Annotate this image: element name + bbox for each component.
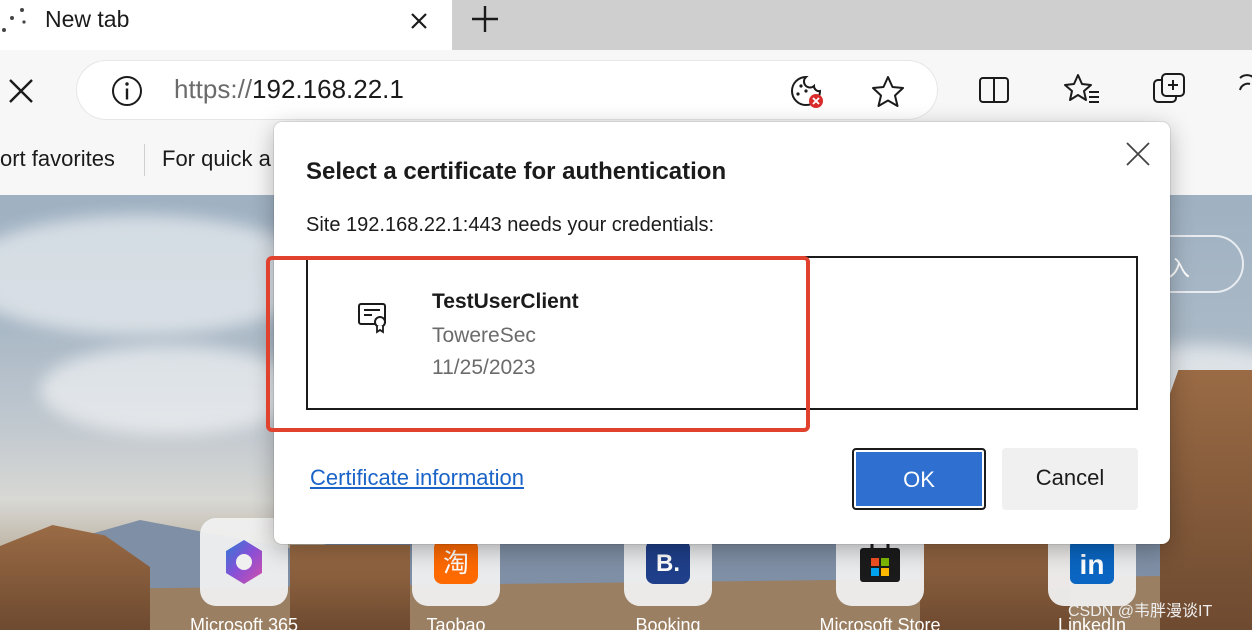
- favorites-separator: [144, 144, 145, 176]
- star-icon[interactable]: [869, 73, 907, 111]
- dialog-subtitle: Site 192.168.22.1:443 needs your credent…: [306, 214, 715, 236]
- url-host: 192.168.22.1: [252, 74, 404, 104]
- quick-link-label: Microsoft Store: [819, 615, 941, 630]
- split-screen-icon[interactable]: [974, 70, 1014, 110]
- copilot-icon[interactable]: [1236, 70, 1252, 110]
- svg-text:in: in: [1080, 549, 1105, 580]
- microsoft-365-icon: [226, 540, 262, 584]
- cookie-blocked-icon[interactable]: [788, 73, 826, 111]
- ok-button[interactable]: OK: [852, 448, 986, 510]
- watermark: CSDN @韦胖漫谈IT: [1068, 603, 1213, 620]
- favorites-bar-hint[interactable]: For quick a: [162, 146, 271, 172]
- address-bar[interactable]: https://192.168.22.1: [76, 60, 938, 120]
- url-scheme: https://: [174, 74, 253, 104]
- certificate-dialog: Select a certificate for authentication …: [266, 122, 1170, 544]
- quick-link-label: Booking: [635, 615, 701, 630]
- certificate-information-link[interactable]: Certificate information: [310, 465, 524, 491]
- close-icon[interactable]: [404, 6, 434, 36]
- svg-text:B.: B.: [656, 550, 680, 577]
- svg-text:淘: 淘: [443, 549, 469, 579]
- quick-link-label: Microsoft 365: [189, 615, 299, 630]
- ruin-wall: [1160, 370, 1252, 630]
- favorites-icon[interactable]: [1062, 70, 1102, 110]
- loading-dots-icon: [2, 8, 26, 32]
- toolbar: https://192.168.22.1: [0, 50, 1252, 130]
- cancel-button[interactable]: Cancel: [1002, 448, 1138, 510]
- plus-icon[interactable]: [468, 2, 502, 36]
- tab-new-tab[interactable]: New tab: [0, 0, 452, 50]
- tab-strip: New tab: [0, 0, 1252, 50]
- dialog-title: Select a certificate for authentication: [306, 158, 727, 185]
- close-icon[interactable]: [1124, 140, 1152, 168]
- annotation-highlight-box: [266, 256, 810, 432]
- collections-icon[interactable]: [1150, 70, 1190, 110]
- quick-link-label: Taobao: [426, 615, 486, 630]
- url-text[interactable]: https://192.168.22.1: [174, 74, 404, 105]
- tab-title: New tab: [45, 6, 130, 32]
- cloud: [40, 345, 300, 435]
- info-icon[interactable]: [110, 74, 144, 108]
- favorites-bar-item[interactable]: ort favorites: [0, 146, 115, 172]
- stop-loading-icon[interactable]: [4, 74, 38, 108]
